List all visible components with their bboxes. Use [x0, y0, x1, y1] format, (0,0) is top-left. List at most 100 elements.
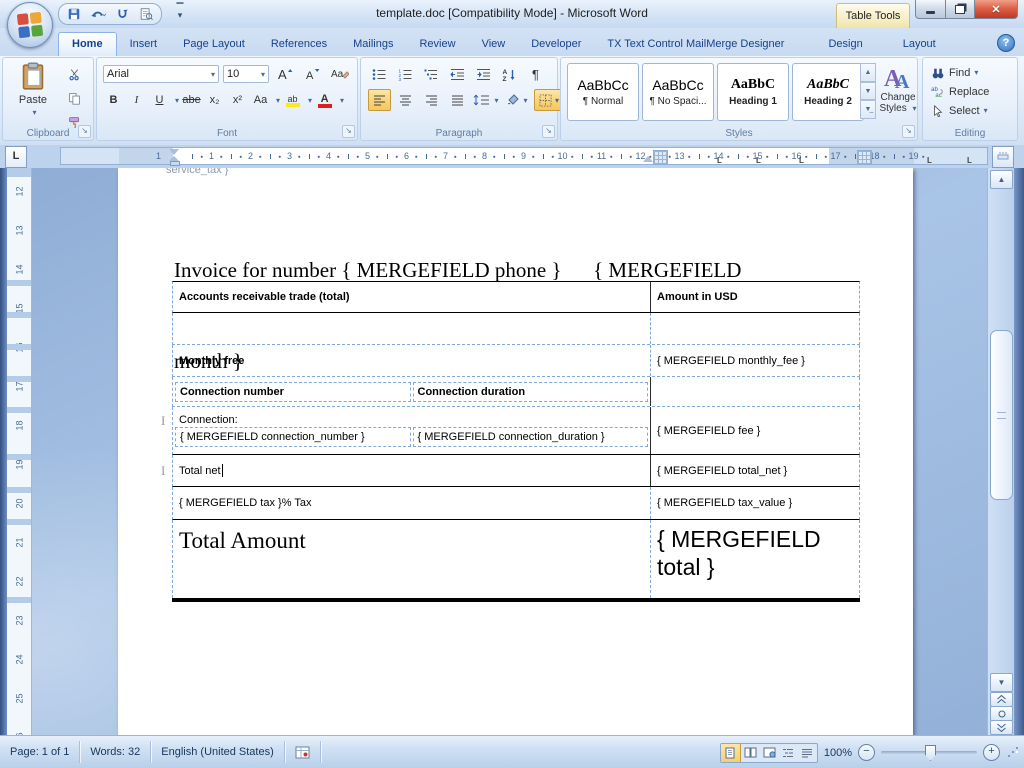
strikethrough-button[interactable]: abe [181, 89, 202, 111]
table-column-marker[interactable] [653, 150, 668, 165]
styles-gallery-more[interactable]: ▼̲ [860, 100, 876, 119]
replace-button[interactable]: abac Replace [923, 82, 1017, 101]
select-button[interactable]: Select▾ [923, 101, 1017, 120]
shrink-font-button[interactable]: A [301, 63, 323, 85]
tab-developer[interactable]: Developer [518, 32, 594, 56]
tab-stop-mark[interactable]: L [717, 156, 722, 165]
style-normal[interactable]: AaBbCc ¶ Normal [567, 63, 639, 121]
superscript-button[interactable]: x² [227, 89, 248, 111]
cut-button[interactable] [61, 64, 87, 84]
language-indicator[interactable]: English (United States) [151, 741, 285, 763]
clear-formatting-button[interactable]: Aa [327, 63, 353, 85]
page-indicator[interactable]: Page: 1 of 1 [0, 741, 80, 763]
highlight-button[interactable]: ab [282, 89, 303, 111]
scrollbar-thumb[interactable] [990, 330, 1013, 500]
align-center-button[interactable] [394, 89, 417, 111]
grow-font-button[interactable]: A [273, 63, 297, 85]
table-edge-marker[interactable] [857, 150, 872, 165]
font-size-combo[interactable]: 10▾ [223, 65, 269, 83]
decrease-indent-button[interactable] [446, 63, 469, 85]
tab-review[interactable]: Review [406, 32, 468, 56]
font-dialog-launcher[interactable]: ↘ [342, 125, 355, 138]
italic-button[interactable]: I [126, 89, 147, 111]
styles-scroll-down[interactable]: ▼ [860, 82, 876, 101]
tab-layout[interactable]: Layout [890, 32, 949, 56]
shading-button[interactable]: ▾ [503, 89, 531, 111]
horizontal-ruler[interactable]: 1 12345678910111213141516171819 L L L L … [60, 147, 988, 165]
zoom-in-button[interactable]: + [983, 744, 1000, 761]
tab-stop-mark[interactable]: L [927, 156, 932, 165]
font-family-combo[interactable]: Arial▾ [103, 65, 219, 83]
tab-tx-mailmerge-designer[interactable]: TX Text Control MailMerge Designer [594, 32, 797, 56]
tab-stop-mark[interactable]: L [799, 156, 804, 165]
vertical-scrollbar[interactable]: ▲ ▼ [987, 168, 1014, 735]
table-nested-header-row[interactable]: Connection number Connection duration [172, 377, 860, 407]
copy-button[interactable] [61, 88, 87, 108]
table-empty-row[interactable] [172, 313, 860, 345]
show-hide-pilcrow-button[interactable]: ¶ [524, 63, 547, 85]
tab-stop-mark[interactable]: L [756, 156, 761, 165]
table-total-row[interactable]: Total Amount { MERGEFIELD total } [172, 520, 860, 598]
next-page-button[interactable] [990, 720, 1013, 735]
document-page[interactable]: service_tax } Invoice for number { MERGE… [118, 168, 913, 735]
font-color-dropdown-arrow[interactable]: ▾ [340, 96, 344, 105]
tab-design[interactable]: Design [815, 32, 875, 56]
paste-dropdown-arrow[interactable]: ▾ [32, 108, 36, 117]
restore-button[interactable] [946, 0, 974, 19]
tab-home[interactable]: Home [58, 32, 117, 56]
print-layout-view-button[interactable] [721, 744, 741, 762]
bold-button[interactable]: B [103, 89, 124, 111]
right-indent-marker[interactable] [643, 156, 653, 162]
align-right-button[interactable] [420, 89, 443, 111]
highlight-dropdown-arrow[interactable]: ▾ [308, 96, 312, 105]
styles-dialog-launcher[interactable]: ↘ [902, 125, 915, 138]
draft-view-button[interactable] [798, 744, 817, 762]
tab-references[interactable]: References [258, 32, 340, 56]
sort-button[interactable]: AZ [498, 63, 521, 85]
subscript-button[interactable]: x₂ [204, 89, 225, 111]
table-connection-row[interactable]: I Connection: { MERGEFIELD connection_nu… [172, 407, 860, 455]
clipboard-dialog-launcher[interactable]: ↘ [78, 125, 91, 138]
paste-button[interactable]: Paste ▾ [11, 62, 55, 126]
change-styles-button[interactable]: AA Change Styles ▾ [879, 62, 917, 126]
styles-scroll-up[interactable]: ▲ [860, 63, 876, 82]
word-count[interactable]: Words: 32 [80, 741, 151, 763]
multilevel-list-button[interactable] [420, 63, 443, 85]
left-indent-marker[interactable] [170, 161, 180, 166]
zoom-out-button[interactable]: − [858, 744, 875, 761]
resize-grip[interactable] [1006, 747, 1018, 759]
style-no-spacing[interactable]: AaBbCc ¶ No Spaci... [642, 63, 714, 121]
font-color-button[interactable]: A [314, 89, 335, 111]
help-button[interactable]: ? [997, 34, 1015, 52]
first-line-indent-marker[interactable] [169, 149, 179, 155]
zoom-level[interactable]: 100% [824, 747, 852, 759]
table-monthly-row[interactable]: Monthly free { MERGEFIELD monthly_fee } [172, 345, 860, 377]
numbering-button[interactable]: 123 [394, 63, 417, 85]
style-heading1[interactable]: AaBbC Heading 1 [717, 63, 789, 121]
invoice-table[interactable]: Accounts receivable trade (total) Amount… [172, 281, 860, 602]
minimize-button[interactable] [915, 0, 946, 19]
increase-indent-button[interactable] [472, 63, 495, 85]
scroll-down-button[interactable]: ▼ [990, 673, 1013, 692]
close-button[interactable]: ✕ [974, 0, 1018, 19]
table-header-row[interactable]: Accounts receivable trade (total) Amount… [172, 281, 860, 313]
find-button[interactable]: Find▾ [923, 63, 1017, 82]
underline-button[interactable]: U [149, 89, 170, 111]
full-screen-reading-view-button[interactable] [741, 744, 760, 762]
tab-insert[interactable]: Insert [117, 32, 171, 56]
style-heading2[interactable]: AaBbC Heading 2 [792, 63, 864, 121]
justify-button[interactable] [446, 89, 469, 111]
view-ruler-toggle-button[interactable] [992, 146, 1014, 168]
change-case-button[interactable]: Aa [250, 89, 271, 111]
office-button[interactable] [7, 2, 53, 48]
zoom-slider[interactable] [881, 751, 977, 754]
previous-page-button[interactable] [990, 692, 1013, 707]
underline-dropdown-arrow[interactable]: ▾ [175, 96, 179, 105]
select-browse-object-button[interactable] [990, 706, 1013, 721]
scroll-up-button[interactable]: ▲ [990, 170, 1013, 189]
change-case-dropdown-arrow[interactable]: ▾ [276, 96, 280, 105]
tab-stop-mark[interactable]: L [967, 156, 972, 165]
outline-view-button[interactable] [779, 744, 798, 762]
tab-page-layout[interactable]: Page Layout [170, 32, 258, 56]
table-tax-row[interactable]: { MERGEFIELD tax }% Tax { MERGEFIELD tax… [172, 487, 860, 520]
